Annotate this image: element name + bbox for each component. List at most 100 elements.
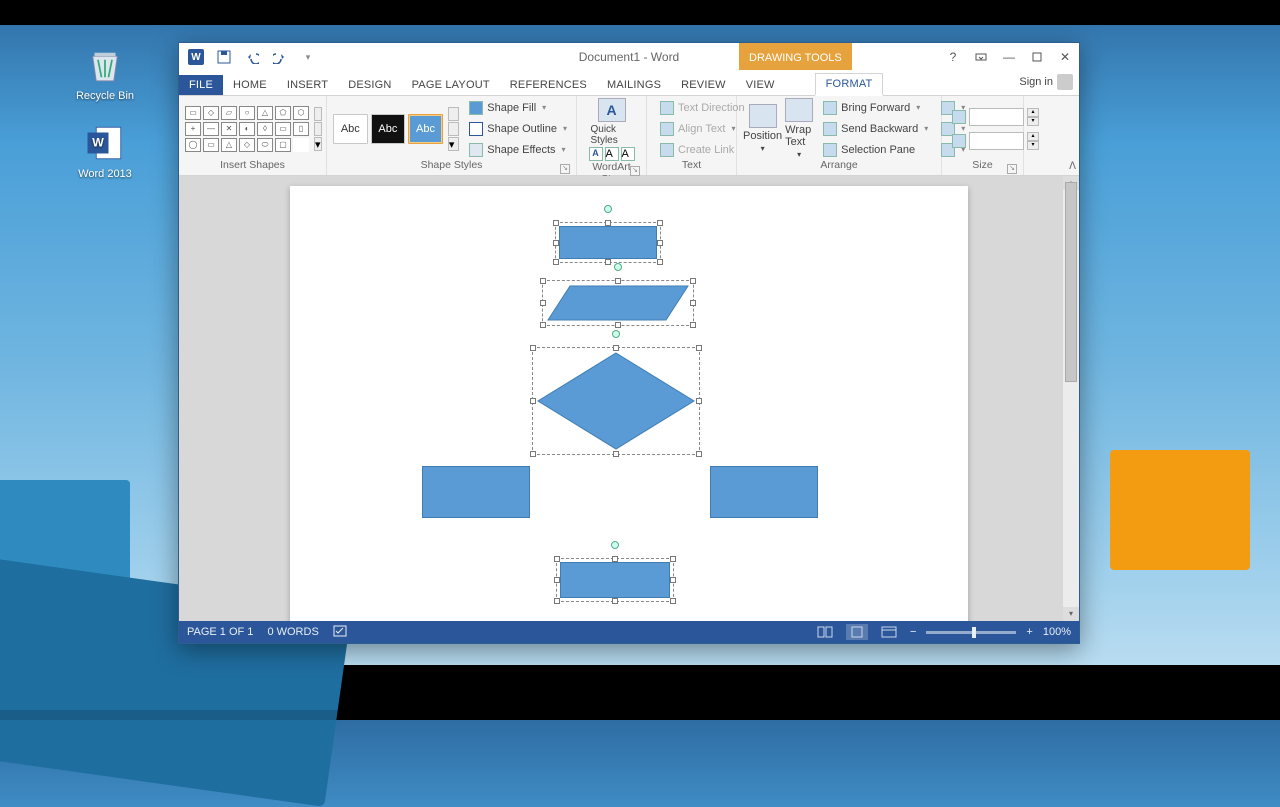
width-icon	[952, 134, 966, 148]
word-app-icon: W	[84, 122, 126, 164]
save-icon	[217, 50, 231, 64]
shapes-gallery[interactable]: ▭◇▱○△⬠⬡ +—✕◐◊▭▯ ◯▭△◇⬭▢	[185, 106, 309, 152]
app-icon[interactable]: W	[185, 46, 207, 68]
maximize-icon	[1032, 52, 1042, 62]
shape-style-2[interactable]: Abc	[371, 114, 406, 144]
ribbon-options-icon	[975, 51, 987, 63]
selection-frame[interactable]	[555, 222, 661, 263]
send-backward-button[interactable]: Send Backward	[820, 120, 931, 138]
tab-home[interactable]: HOME	[223, 75, 277, 95]
text-effects-button[interactable]: A	[621, 147, 635, 161]
tab-view[interactable]: VIEW	[736, 75, 785, 95]
maximize-button[interactable]	[1023, 46, 1051, 68]
desktop-recycle-bin[interactable]: Recycle Bin	[75, 44, 135, 102]
selection-frame[interactable]	[556, 558, 674, 602]
link-icon	[660, 143, 674, 157]
wrap-text-button[interactable]: Wrap Text▾	[785, 98, 813, 159]
windows-taskbar[interactable]	[0, 710, 1280, 720]
tab-insert[interactable]: INSERT	[277, 75, 338, 95]
desktop-word-2013[interactable]: W Word 2013	[75, 122, 135, 180]
status-proofing-icon[interactable]	[333, 624, 347, 641]
document-area: ▴ ▾	[179, 176, 1079, 621]
shape-effects-button[interactable]: Shape Effects	[466, 141, 570, 159]
tab-design[interactable]: DESIGN	[338, 75, 401, 95]
position-icon	[749, 104, 777, 128]
sign-in-link[interactable]: Sign in	[1019, 74, 1073, 90]
view-print-layout[interactable]	[846, 624, 868, 640]
group-arrange-label: Arrange	[743, 159, 935, 175]
contextual-tab-drawing-tools: DRAWING TOOLS	[739, 43, 852, 70]
group-shape-styles-label: Shape Styles↘	[333, 159, 570, 175]
position-button[interactable]: Position▾	[743, 104, 782, 153]
help-button[interactable]: ?	[939, 46, 967, 68]
user-avatar-icon	[1057, 74, 1073, 90]
tab-file[interactable]: FILE	[179, 75, 223, 95]
undo-icon	[245, 50, 259, 64]
bring-forward-button[interactable]: Bring Forward	[820, 99, 931, 117]
selection-pane-icon	[823, 143, 837, 157]
align-text-icon	[660, 122, 674, 136]
shape-style-3[interactable]: Abc	[408, 114, 443, 144]
desktop-icon-label: Recycle Bin	[75, 90, 135, 102]
text-direction-icon	[660, 101, 674, 115]
ribbon-tabs: FILE HOME INSERT DESIGN PAGE LAYOUT REFE…	[179, 71, 1079, 96]
recycle-bin-icon	[84, 44, 126, 86]
flowchart-process-3[interactable]	[710, 466, 818, 518]
text-fill-button[interactable]: A	[589, 147, 603, 161]
tab-references[interactable]: REFERENCES	[500, 75, 597, 95]
outline-icon	[469, 122, 483, 136]
selection-pane-button[interactable]: Selection Pane	[820, 141, 931, 159]
shape-styles-launcher[interactable]: ↘	[560, 164, 570, 174]
collapse-ribbon-button[interactable]: ᐱ	[1069, 161, 1076, 172]
text-outline-button[interactable]: A	[605, 147, 619, 161]
redo-icon	[273, 50, 287, 64]
vertical-scrollbar[interactable]: ▴ ▾	[1063, 176, 1079, 621]
shape-style-1[interactable]: Abc	[333, 114, 368, 144]
document-page[interactable]	[290, 186, 968, 621]
tab-format[interactable]: FORMAT	[815, 73, 884, 96]
zoom-out-button[interactable]: −	[910, 626, 916, 638]
selection-frame[interactable]	[532, 347, 700, 455]
group-size-label: Size↘	[948, 159, 1017, 175]
status-words[interactable]: 0 WORDS	[267, 626, 318, 638]
svg-text:W: W	[92, 136, 104, 150]
view-web-layout[interactable]	[878, 624, 900, 640]
bring-forward-icon	[823, 101, 837, 115]
desktop-icon-label: Word 2013	[75, 168, 135, 180]
shape-outline-button[interactable]: Shape Outline	[466, 120, 570, 138]
size-launcher[interactable]: ↘	[1007, 164, 1017, 174]
qat-save[interactable]	[213, 46, 235, 68]
shape-styles-more[interactable]: ▾	[448, 107, 459, 151]
effects-icon	[469, 143, 483, 157]
shapes-gallery-more[interactable]: ▾	[314, 107, 322, 151]
view-read-mode[interactable]	[814, 624, 836, 640]
group-insert-shapes-label: Insert Shapes	[185, 159, 320, 175]
ribbon-display-options[interactable]	[967, 46, 995, 68]
flowchart-process-2[interactable]	[422, 466, 530, 518]
wrap-text-icon	[785, 98, 813, 122]
shape-fill-button[interactable]: Shape Fill	[466, 99, 570, 117]
zoom-in-button[interactable]: +	[1026, 626, 1032, 638]
qat-redo[interactable]	[269, 46, 291, 68]
qat-customize[interactable]: ▾	[297, 46, 319, 68]
tab-page-layout[interactable]: PAGE LAYOUT	[402, 75, 500, 95]
selection-frame[interactable]	[542, 280, 694, 326]
close-button[interactable]: ✕	[1051, 46, 1079, 68]
send-backward-icon	[823, 122, 837, 136]
wordart-launcher[interactable]: ↘	[630, 166, 640, 176]
scroll-down-button[interactable]: ▾	[1063, 607, 1079, 621]
ribbon: ▭◇▱○△⬠⬡ +—✕◐◊▭▯ ◯▭△◇⬭▢ ▾ Insert Shapes A…	[179, 96, 1079, 176]
titlebar: W ▾ Document1 - Word DRAWING TOOLS ? — ✕	[179, 43, 1079, 71]
minimize-button[interactable]: —	[995, 46, 1023, 68]
qat-undo[interactable]	[241, 46, 263, 68]
group-text-label: Text	[653, 159, 730, 175]
quick-styles-button[interactable]: A Quick Styles	[591, 98, 633, 146]
word-window: W ▾ Document1 - Word DRAWING TOOLS ? — ✕…	[178, 42, 1080, 644]
tab-mailings[interactable]: MAILINGS	[597, 75, 671, 95]
zoom-slider[interactable]	[926, 631, 1016, 634]
scroll-thumb[interactable]	[1065, 182, 1077, 382]
tab-review[interactable]: REVIEW	[671, 75, 736, 95]
status-bar: PAGE 1 OF 1 0 WORDS − + 100%	[179, 621, 1079, 643]
zoom-level[interactable]: 100%	[1043, 626, 1071, 638]
status-page[interactable]: PAGE 1 OF 1	[187, 626, 253, 638]
